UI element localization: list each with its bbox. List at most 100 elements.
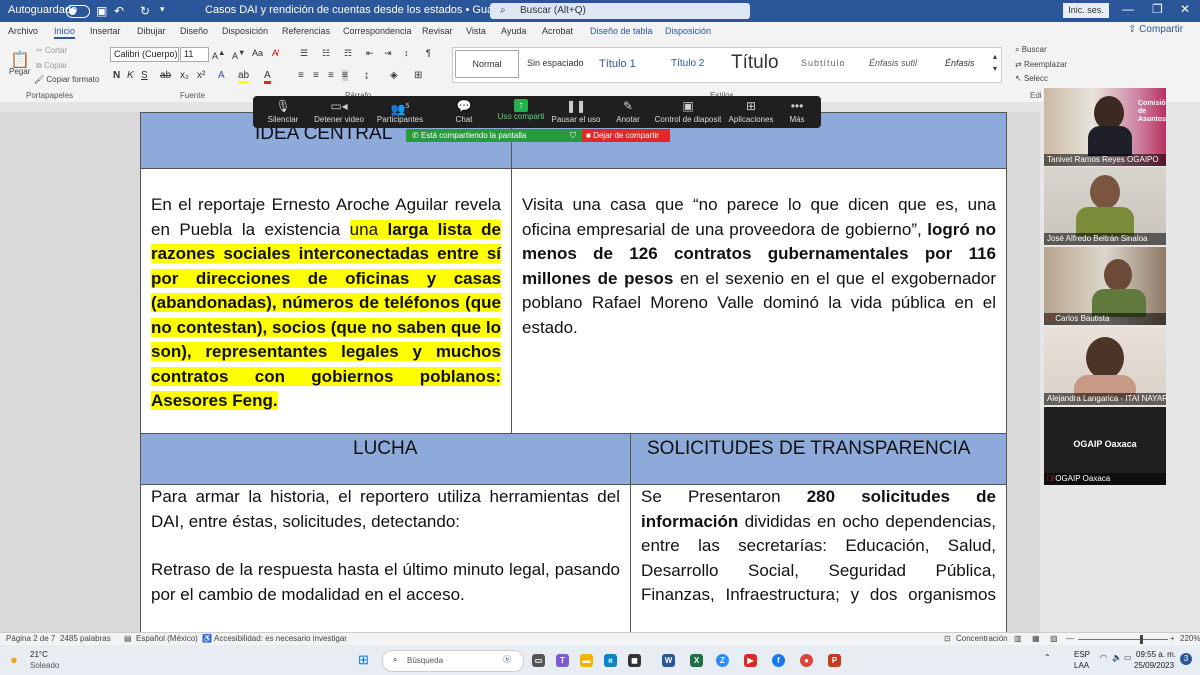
customize-qat-icon[interactable]: ▾ <box>160 4 165 15</box>
word-count[interactable]: 2485 palabras <box>60 634 111 643</box>
clock-time[interactable]: 09:55 a. m. <box>1136 650 1176 659</box>
accessibility-icon[interactable]: ♿ <box>202 634 212 643</box>
participants-button[interactable]: 👥5 Participantes <box>370 96 430 124</box>
store-icon[interactable]: ◼ <box>628 654 641 667</box>
tab-diseno[interactable]: Diseño <box>180 26 208 36</box>
participant-video-tile[interactable]: José Alfredo Beltrán Sinaloa <box>1044 167 1166 245</box>
font-name-select[interactable]: Calibri (Cuerpo) <box>110 47 179 62</box>
read-mode-icon[interactable]: ▥ <box>1014 634 1022 643</box>
subscript-icon[interactable]: x₂ <box>180 70 189 81</box>
tab-insertar[interactable]: Insertar <box>90 26 121 36</box>
sort-icon[interactable]: ↕ <box>404 48 409 58</box>
chevron-up-icon[interactable]: ⌃ <box>1044 653 1051 662</box>
align-right-icon[interactable]: ≡ <box>328 70 334 81</box>
style-titulo[interactable]: Título <box>731 52 779 74</box>
copy-button[interactable]: ⧉ Copiar <box>36 61 68 71</box>
excel-icon[interactable]: X <box>690 654 703 667</box>
windows-start-icon[interactable]: ⊞ <box>358 652 369 668</box>
print-layout-icon[interactable]: ▦ <box>1032 634 1040 643</box>
styles-scroll-up-icon[interactable]: ▴ <box>993 52 997 61</box>
focus-mode[interactable]: Concentración <box>956 634 1008 643</box>
style-titulo-1[interactable]: Título 1 <box>599 58 636 70</box>
slide-control-button[interactable]: ▣ Control de diaposit <box>653 96 723 124</box>
style-normal[interactable]: Normal <box>455 50 519 78</box>
zoom-in-icon[interactable]: + <box>1170 634 1175 643</box>
shrink-font-icon[interactable]: A▼ <box>232 48 245 61</box>
share-screen-button[interactable]: ↑ Uso comparti <box>491 96 551 121</box>
cut-button[interactable]: ✂ Cortar <box>36 46 67 55</box>
file-explorer-icon[interactable]: ▬ <box>580 654 593 667</box>
pause-share-button[interactable]: ❚❚ Pausar el uso <box>546 96 606 124</box>
zoom-out-icon[interactable]: — <box>1066 634 1074 643</box>
stop-sharing-button[interactable]: ■ Dejar de compartir <box>582 129 670 142</box>
italic-icon[interactable]: K <box>127 70 134 81</box>
undo-icon[interactable]: ↶ <box>114 4 124 18</box>
weather[interactable]: Soleado <box>30 661 59 670</box>
find-button[interactable]: ⌕ Buscar <box>1015 45 1047 55</box>
stop-video-button[interactable]: ▭◂ Detener video <box>309 96 369 124</box>
annotate-button[interactable]: ✎ Anotar <box>598 96 658 124</box>
style-subtitulo[interactable]: Subtítulo <box>801 58 846 68</box>
language-status[interactable]: Español (México) <box>136 634 198 643</box>
justify-icon[interactable]: ≡ <box>342 70 348 81</box>
decrease-indent-icon[interactable]: ⇤ <box>366 48 374 59</box>
chat-button[interactable]: 💬 Chat <box>434 96 494 124</box>
grow-font-icon[interactable]: A▲ <box>212 48 225 61</box>
input-layout[interactable]: LAA <box>1074 661 1089 670</box>
styles-expand-icon[interactable]: ▾ <box>993 64 997 73</box>
tab-correspondencia[interactable]: Correspondencia <box>343 26 412 36</box>
tab-diseno-de-tabla[interactable]: Diseño de tabla <box>590 26 653 36</box>
tab-vista[interactable]: Vista <box>466 26 486 36</box>
restore-icon[interactable]: ❐ <box>1152 2 1163 16</box>
highlight-icon[interactable]: ab <box>238 70 250 84</box>
redo-icon[interactable]: ↻ <box>140 4 150 18</box>
notification-badge[interactable]: 3 <box>1180 653 1192 665</box>
pilcrow-icon[interactable]: ¶ <box>426 48 431 58</box>
more-button[interactable]: ••• Más <box>767 96 827 124</box>
proofing-icon[interactable]: ▤ <box>124 634 132 643</box>
zoom-slider[interactable] <box>1078 639 1168 640</box>
increase-indent-icon[interactable]: ⇥ <box>384 48 392 59</box>
style-titulo-2[interactable]: Título 2 <box>671 58 704 69</box>
share-button[interactable]: ⇪ Compartir <box>1128 24 1183 35</box>
change-case-icon[interactable]: Aa <box>252 48 263 58</box>
tab-archivo[interactable]: Archivo <box>8 26 38 36</box>
participant-video-tile[interactable]: 🎙̸ Carlos Bautista <box>1044 247 1166 325</box>
select-button[interactable]: ↖ Selecc <box>1015 74 1048 83</box>
search-box[interactable]: ⌕ Buscar (Alt+Q) <box>490 3 750 19</box>
facebook-icon[interactable]: f <box>772 654 785 667</box>
numbering-icon[interactable]: ☷ <box>322 48 330 59</box>
tab-referencias[interactable]: Referencias <box>282 26 330 36</box>
focus-icon[interactable]: ⊡ <box>944 634 951 643</box>
temperature[interactable]: 21°C <box>30 650 48 659</box>
edge-icon[interactable]: e <box>604 654 617 667</box>
participant-video-tile[interactable]: OGAIP Oaxaca 🎙̸ OGAIP Oaxaca <box>1044 407 1166 485</box>
paste-button[interactable]: Pegar <box>9 67 30 76</box>
powerpoint-icon[interactable]: P <box>828 654 841 667</box>
shading-icon[interactable]: ◈ <box>390 70 398 81</box>
chrome-icon[interactable]: ● <box>800 654 813 667</box>
font-color-icon[interactable]: A <box>264 70 271 84</box>
zoom-icon[interactable]: Z <box>716 654 729 667</box>
tab-acrobat[interactable]: Acrobat <box>542 26 573 36</box>
format-painter-button[interactable]: 🖌 Copiar formato <box>34 75 99 84</box>
autosave-toggle[interactable] <box>66 5 90 18</box>
tab-revisar[interactable]: Revisar <box>422 26 453 36</box>
bullets-icon[interactable]: ☰ <box>300 48 308 59</box>
clear-format-icon[interactable]: A̸ <box>272 48 278 58</box>
style-enfasis[interactable]: Énfasis <box>945 58 975 68</box>
wifi-icon[interactable]: ◠ <box>1100 653 1107 662</box>
underline-icon[interactable]: S <box>141 70 148 81</box>
tab-disposicion-tabla[interactable]: Disposición <box>665 26 711 36</box>
strikethrough-icon[interactable]: ab <box>160 70 171 81</box>
line-spacing-icon[interactable]: ↨ <box>364 70 369 81</box>
style-enfasis-sutil[interactable]: Énfasis sutil <box>869 58 917 68</box>
sun-icon[interactable]: ● <box>10 652 18 667</box>
accessibility-status[interactable]: Accesibilidad: es necesario investigar <box>214 634 347 643</box>
borders-icon[interactable]: ⊞ <box>414 70 422 81</box>
font-size-select[interactable]: 11 <box>180 47 209 62</box>
page-count[interactable]: Página 2 de 7 <box>6 634 55 643</box>
tab-disposicion[interactable]: Disposición <box>222 26 268 36</box>
align-left-icon[interactable]: ≡ <box>298 70 304 81</box>
multilevel-icon[interactable]: ☶ <box>344 48 352 59</box>
